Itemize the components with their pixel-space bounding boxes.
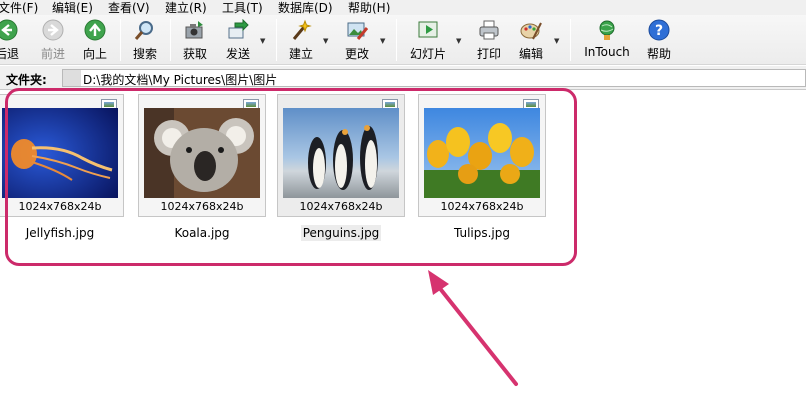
- thumbnail-filename: Jellyfish.jpg: [0, 226, 124, 240]
- search-label: 搜索: [132, 47, 157, 61]
- jellyfish-image: [2, 108, 118, 198]
- thumbnail-dimensions: 1024x768x24b: [18, 200, 102, 213]
- slideshow-label: 幻灯片: [409, 47, 446, 61]
- up-label: 向上: [82, 47, 107, 61]
- menu-create[interactable]: 建立(R): [165, 1, 207, 15]
- filename-text: Koala.jpg: [174, 226, 230, 240]
- modify-dropdown-icon[interactable]: ▼: [380, 37, 385, 45]
- create-label: 建立: [288, 47, 313, 61]
- koala-image: [144, 108, 260, 198]
- thumbnail-dimensions: 1024x768x24b: [299, 200, 383, 213]
- up-arrow-icon: [84, 19, 106, 41]
- slideshow-button[interactable]: 幻灯片: [408, 18, 448, 64]
- search-button[interactable]: 搜索: [128, 18, 162, 64]
- thumbnail-dimensions: 1024x768x24b: [160, 200, 244, 213]
- penguins-image: [283, 108, 399, 198]
- folder-path-field[interactable]: D:\我的文档\My Pictures\图片\图片: [62, 69, 806, 87]
- folder-label: 文件夹:: [6, 73, 47, 87]
- filename-text: Tulips.jpg: [453, 226, 511, 240]
- menu-file[interactable]: 文件(F): [0, 1, 38, 15]
- svg-text:?: ?: [655, 23, 663, 39]
- edit-button[interactable]: 编辑: [514, 18, 548, 64]
- toolbar-separator: [570, 19, 571, 61]
- search-icon: [134, 21, 153, 40]
- image-edit-icon: [347, 22, 368, 40]
- thumbnail-frame: [418, 94, 546, 217]
- magic-wand-icon: [292, 19, 312, 40]
- thumbnail-area: 1024x768x24b Jellyfish.jpg 1024x768x24b …: [0, 92, 806, 419]
- intouch-globe-icon: [599, 20, 615, 40]
- acquire-button[interactable]: 获取: [178, 18, 212, 64]
- modify-label: 更改: [344, 47, 369, 61]
- folder-path-text: D:\我的文档\My Pictures\图片\图片: [83, 73, 278, 87]
- menu-edit[interactable]: 编辑(E): [52, 1, 93, 15]
- up-button[interactable]: 向上: [80, 18, 110, 64]
- print-label: 打印: [476, 47, 501, 61]
- back-arrow-icon: [0, 19, 18, 41]
- tulips-image: [424, 108, 540, 198]
- help-button[interactable]: ? 帮助: [642, 18, 676, 64]
- slideshow-dropdown-icon[interactable]: ▼: [456, 37, 461, 45]
- send-button[interactable]: 发送: [222, 18, 254, 64]
- create-button[interactable]: 建立: [284, 18, 318, 64]
- print-button[interactable]: 打印: [472, 18, 506, 64]
- toolbar-separator: [276, 19, 277, 61]
- help-label: 帮助: [646, 47, 671, 61]
- forward-label: 前进: [40, 47, 65, 61]
- intouch-button[interactable]: InTouch: [580, 18, 634, 64]
- intouch-label: InTouch: [584, 45, 630, 59]
- thumbnail-frame: [138, 94, 266, 217]
- create-dropdown-icon[interactable]: ▼: [323, 37, 328, 45]
- toolbar-separator: [120, 19, 121, 61]
- menu-help[interactable]: 帮助(H): [348, 1, 390, 15]
- thumbnail-dimensions: 1024x768x24b: [440, 200, 524, 213]
- acquire-label: 获取: [182, 47, 207, 61]
- thumbnail-filename: Koala.jpg: [138, 226, 266, 240]
- menu-bar: 文件(F) 编辑(E) 查看(V) 建立(R) 工具(T) 数据库(D) 帮助(…: [0, 0, 806, 15]
- edit-label: 编辑: [518, 47, 543, 61]
- toolbar: 后退 前进 向上 搜索 获取 发送 ▼ 建立 ▼ 更改 ▼ 幻灯片 ▼ 打印 编…: [0, 15, 806, 65]
- filename-text: Penguins.jpg: [300, 225, 382, 241]
- forward-arrow-icon: [42, 19, 64, 41]
- camera-icon: [185, 21, 203, 39]
- palette-icon: [520, 22, 542, 40]
- menu-view[interactable]: 查看(V): [108, 1, 150, 15]
- forward-button[interactable]: 前进: [38, 18, 68, 64]
- back-label: 后退: [0, 47, 19, 61]
- folder-icon: [63, 70, 81, 86]
- thumbnail-frame: [0, 94, 124, 217]
- thumbnail-frame: [277, 94, 405, 217]
- thumbnail-filename: Tulips.jpg: [418, 226, 546, 240]
- send-dropdown-icon[interactable]: ▼: [260, 37, 265, 45]
- printer-icon: [479, 20, 499, 40]
- filename-text: Jellyfish.jpg: [25, 226, 95, 240]
- menu-database[interactable]: 数据库(D): [278, 1, 333, 15]
- toolbar-separator: [170, 19, 171, 61]
- back-button[interactable]: 后退: [0, 18, 24, 64]
- edit-dropdown-icon[interactable]: ▼: [554, 37, 559, 45]
- slideshow-icon: [418, 21, 438, 38]
- thumbnail-filename: Penguins.jpg: [277, 225, 405, 241]
- help-icon: ?: [648, 19, 670, 41]
- send-icon: [228, 19, 249, 39]
- menu-tools[interactable]: 工具(T): [222, 1, 263, 15]
- send-label: 发送: [225, 47, 250, 61]
- toolbar-separator: [396, 19, 397, 61]
- modify-button[interactable]: 更改: [340, 18, 374, 64]
- folder-bar: 文件夹: D:\我的文档\My Pictures\图片\图片: [0, 66, 806, 90]
